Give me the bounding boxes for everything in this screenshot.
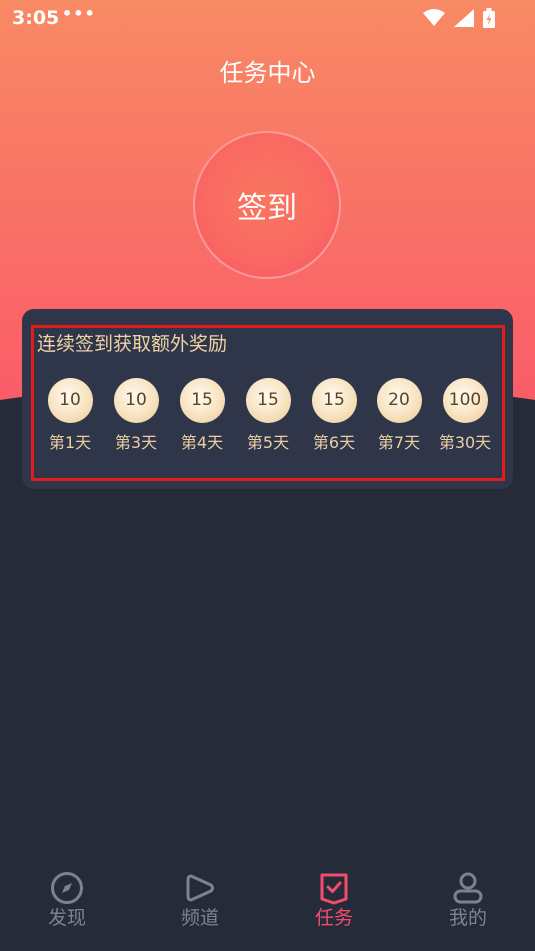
- task-check-icon: [320, 873, 348, 905]
- coin-badge: 15: [245, 378, 291, 423]
- battery-icon: [483, 7, 495, 28]
- tab-label: 我的: [448, 907, 487, 929]
- tab-channel[interactable]: 频道: [160, 871, 240, 930]
- reward-item-day3: 10 第3天: [106, 378, 166, 453]
- page-title: 任务中心: [219, 59, 316, 87]
- status-time: 3:05: [12, 7, 60, 29]
- status-more-icon: •••: [62, 4, 96, 23]
- tab-task[interactable]: 任务: [294, 871, 374, 930]
- bottom-tab-bar: 发现 频道 任务 我的: [0, 845, 535, 951]
- signin-button[interactable]: 签到: [193, 131, 341, 279]
- day-label: 第4天: [180, 433, 224, 452]
- coin-badge: 100: [442, 378, 488, 423]
- tab-label: 频道: [180, 907, 219, 929]
- day-label: 第3天: [114, 433, 158, 452]
- reward-item-day5: 15 第5天: [238, 378, 298, 453]
- tab-profile[interactable]: 我的: [428, 871, 508, 930]
- day-label: 第30天: [438, 433, 492, 452]
- status-bar: 3:05 •••: [0, 0, 535, 36]
- user-icon: [453, 872, 483, 904]
- reward-title: 连续签到获取额外奖励: [37, 333, 228, 355]
- coin-badge: 10: [113, 378, 159, 423]
- signal-icon: [453, 8, 474, 27]
- tab-discover[interactable]: 发现: [27, 871, 107, 930]
- reward-item-day6: 15 第6天: [304, 378, 364, 453]
- day-label: 第6天: [312, 433, 356, 452]
- coin-badge: 10: [47, 378, 93, 423]
- signin-label: 签到: [237, 191, 297, 226]
- day-label: 第7天: [377, 433, 421, 452]
- day-label: 第1天: [48, 433, 92, 452]
- wifi-icon: [422, 8, 445, 26]
- reward-item-day30: 100 第30天: [435, 378, 495, 453]
- tab-label: 发现: [47, 907, 86, 929]
- reward-item-day1: 10 第1天: [40, 378, 100, 453]
- day-label: 第5天: [246, 433, 290, 452]
- tab-label: 任务: [314, 907, 353, 929]
- coin-badge: 15: [179, 378, 225, 423]
- coin-badge: 15: [311, 378, 357, 423]
- coin-badge: 20: [376, 378, 422, 423]
- compass-icon: [51, 872, 83, 904]
- reward-item-day4: 15 第4天: [172, 378, 232, 453]
- reward-item-day7: 20 第7天: [369, 378, 429, 453]
- play-icon: [186, 874, 214, 902]
